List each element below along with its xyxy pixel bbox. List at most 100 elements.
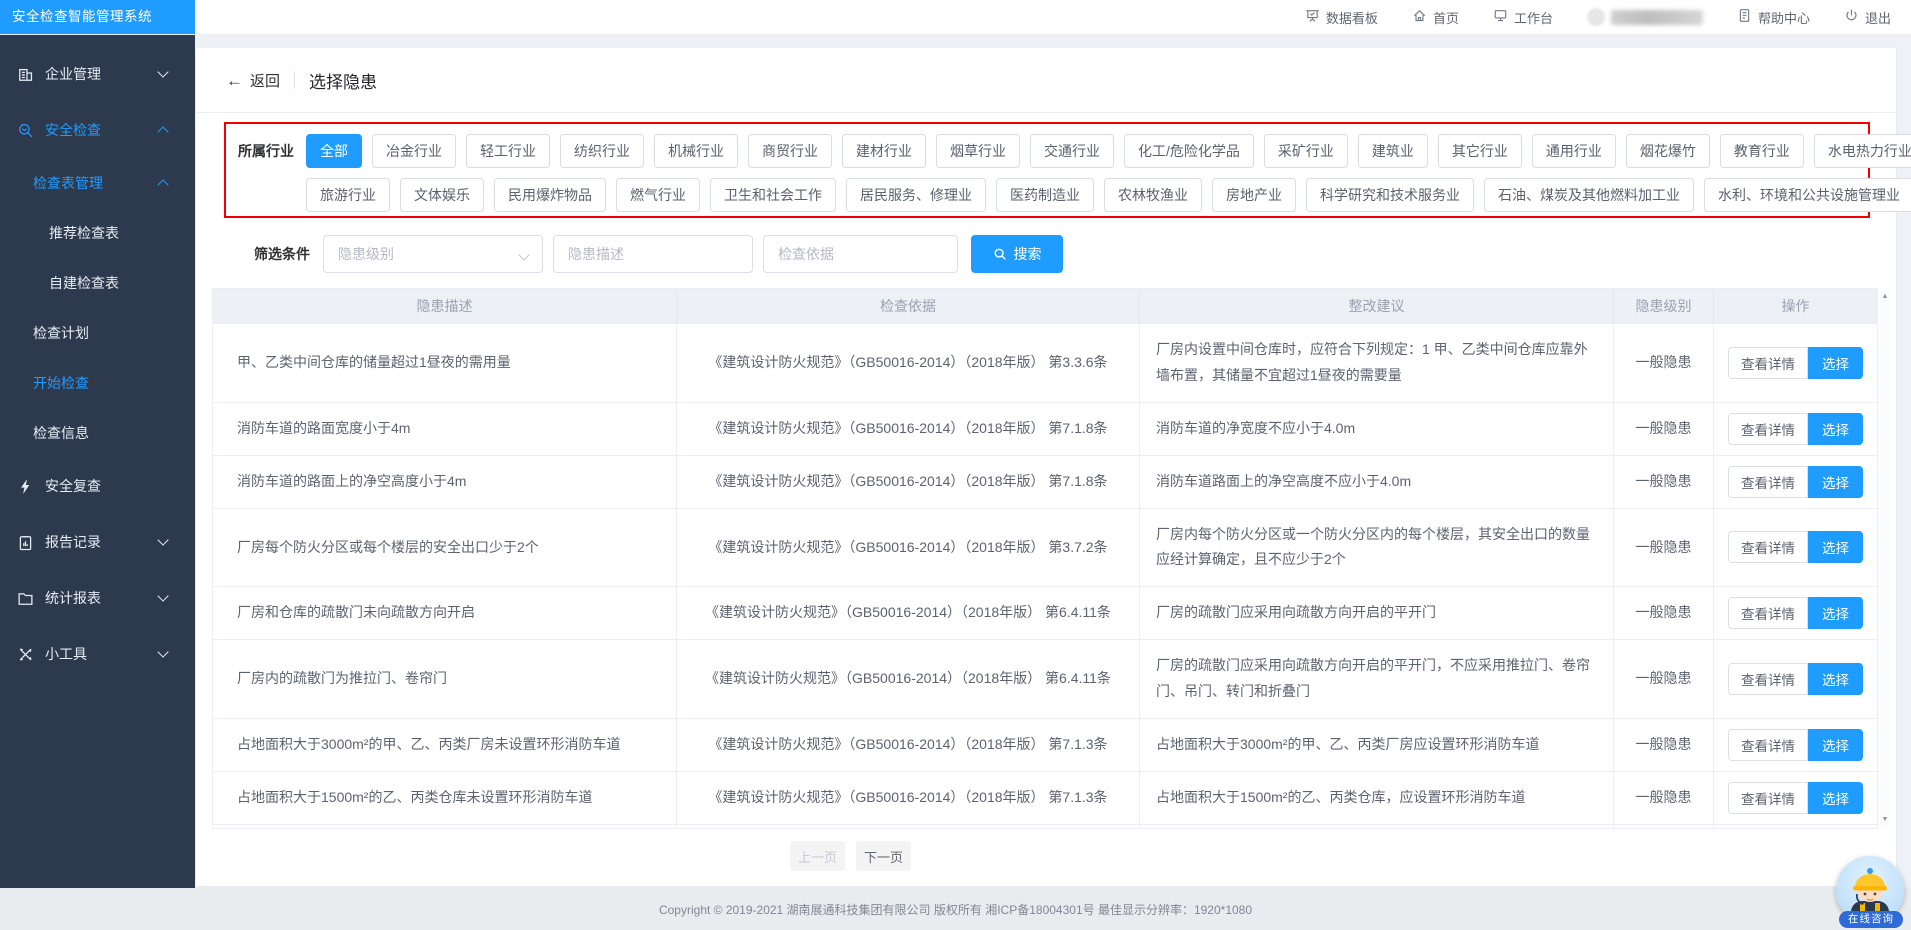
industry-filter-box: 所属行业 全部冶金行业轻工行业纺织行业机械行业商贸行业建材行业烟草行业交通行业化… xyxy=(224,122,1870,218)
user-account[interactable] xyxy=(1587,8,1703,26)
view-detail-button[interactable]: 查看详情 xyxy=(1728,531,1808,563)
industry-row-2: 旅游行业文体娱乐民用爆炸物品燃气行业卫生和社会工作居民服务、修理业医药制造业农林… xyxy=(306,178,1911,212)
cell-empty xyxy=(677,825,1140,829)
sidebar-item-检查信息[interactable]: 检查信息 xyxy=(0,408,195,458)
industry-button-旅游行业[interactable]: 旅游行业 xyxy=(306,178,390,212)
industry-button-烟草行业[interactable]: 烟草行业 xyxy=(936,134,1020,168)
cell-check-basis: 《建筑设计防火规范》（GB50016-2014）（2018年版） 第6.4.11… xyxy=(677,587,1140,639)
industry-button-水电热力行业[interactable]: 水电热力行业 xyxy=(1814,134,1911,168)
online-consult-widget[interactable]: 在线咨询 xyxy=(1836,856,1906,926)
title-divider xyxy=(294,71,295,89)
cell-check-basis: 《建筑设计防火规范》（GB50016-2014）（2018年版） 第7.1.8条 xyxy=(677,403,1140,455)
cell-rectify-suggest: 厂房内每个防火分区或一个防火分区内的每个楼层，其安全出口的数量应经计算确定，且不… xyxy=(1140,509,1614,587)
select-button[interactable]: 选择 xyxy=(1808,782,1863,814)
sidebar-item-label: 开始检查 xyxy=(33,373,89,393)
industry-button-纺织行业[interactable]: 纺织行业 xyxy=(560,134,644,168)
select-button[interactable]: 选择 xyxy=(1808,531,1863,563)
industry-button-石油、煤炭及其他燃料加工业[interactable]: 石油、煤炭及其他燃料加工业 xyxy=(1484,178,1694,212)
view-detail-button[interactable]: 查看详情 xyxy=(1728,347,1808,379)
sidebar-item-推荐检查表[interactable]: 推荐检查表 xyxy=(0,208,195,258)
home-icon xyxy=(1412,8,1427,26)
search-button[interactable]: 搜索 xyxy=(971,235,1063,273)
cell-rectify-suggest: 厂房的疏散门应采用向疏散方向开启的平开门，不应采用推拉门、卷帘门、吊门、转门和折… xyxy=(1140,640,1614,718)
industry-button-通用行业[interactable]: 通用行业 xyxy=(1532,134,1616,168)
sidebar-item-检查表管理[interactable]: 检查表管理 xyxy=(0,158,195,208)
industry-button-全部[interactable]: 全部 xyxy=(306,134,362,168)
select-button[interactable]: 选择 xyxy=(1808,347,1863,379)
back-button[interactable]: ← 返回 xyxy=(226,70,280,91)
sidebar-item-企业管理[interactable]: 企业管理 xyxy=(0,46,195,102)
view-detail-button[interactable]: 查看详情 xyxy=(1728,782,1808,814)
hazard-level-select[interactable]: 隐患级别 xyxy=(323,235,543,273)
select-button[interactable]: 选择 xyxy=(1808,466,1863,498)
topnav-help-center[interactable]: 帮助中心 xyxy=(1737,8,1810,27)
industry-button-房地产业[interactable]: 房地产业 xyxy=(1212,178,1296,212)
table-scrollbar[interactable]: ▲ ▼ xyxy=(1880,290,1890,827)
industry-button-民用爆炸物品[interactable]: 民用爆炸物品 xyxy=(494,178,606,212)
sidebar-item-安全复查[interactable]: 安全复查 xyxy=(0,458,195,514)
cell-rectify-suggest: 厂房内设置中间仓库时，应符合下列规定：1 甲、乙类中间仓库应靠外墙布置，其储量不… xyxy=(1140,324,1614,402)
sidebar-item-label: 自建检查表 xyxy=(49,273,119,293)
industry-button-燃气行业[interactable]: 燃气行业 xyxy=(616,178,700,212)
view-detail-button[interactable]: 查看详情 xyxy=(1728,597,1808,629)
topnav-board[interactable]: 数据看板 xyxy=(1305,8,1378,27)
view-detail-button[interactable]: 查看详情 xyxy=(1728,413,1808,445)
industry-button-居民服务、修理业[interactable]: 居民服务、修理业 xyxy=(846,178,986,212)
industry-button-科学研究和技术服务业[interactable]: 科学研究和技术服务业 xyxy=(1306,178,1474,212)
sidebar-item-label: 报告记录 xyxy=(45,532,101,552)
industry-button-建筑业[interactable]: 建筑业 xyxy=(1358,134,1428,168)
sidebar-item-报告记录[interactable]: 报告记录 xyxy=(0,514,195,570)
industry-button-卫生和社会工作[interactable]: 卫生和社会工作 xyxy=(710,178,836,212)
sidebar-item-自建检查表[interactable]: 自建检查表 xyxy=(0,258,195,308)
industry-button-水利、环境和公共设施管理业[interactable]: 水利、环境和公共设施管理业 xyxy=(1704,178,1911,212)
back-label: 返回 xyxy=(250,70,280,91)
industry-button-交通行业[interactable]: 交通行业 xyxy=(1030,134,1114,168)
cell-actions: 查看详情选择 xyxy=(1714,772,1877,824)
industry-button-医药制造业[interactable]: 医药制造业 xyxy=(996,178,1094,212)
cell-rectify-suggest: 厂房的疏散门应采用向疏散方向开启的平开门 xyxy=(1140,587,1614,639)
hazard-table: 隐患描述检查依据整改建议隐患级别操作 甲、乙类中间仓库的储量超过1昼夜的需用量《… xyxy=(212,288,1878,829)
next-page-button[interactable]: 下一页 xyxy=(856,841,911,871)
industry-button-化工/危险化学品[interactable]: 化工/危险化学品 xyxy=(1124,134,1254,168)
industry-button-教育行业[interactable]: 教育行业 xyxy=(1720,134,1804,168)
topnav-workbench[interactable]: 工作台 xyxy=(1493,8,1553,27)
sidebar-item-开始检查[interactable]: 开始检查 xyxy=(0,358,195,408)
table-row: 厂房内的疏散门为推拉门、卷帘门《建筑设计防火规范》（GB50016-2014）（… xyxy=(213,639,1877,718)
chevron-down-icon xyxy=(157,66,168,77)
industry-button-文体娱乐[interactable]: 文体娱乐 xyxy=(400,178,484,212)
prev-page-button[interactable]: 上一页 xyxy=(790,841,845,871)
scroll-up-icon[interactable]: ▲ xyxy=(1880,292,1890,302)
cell-actions: 查看详情选择 xyxy=(1714,640,1877,718)
industry-button-轻工行业[interactable]: 轻工行业 xyxy=(466,134,550,168)
topnav-home[interactable]: 首页 xyxy=(1412,8,1459,27)
view-detail-button[interactable]: 查看详情 xyxy=(1728,663,1808,695)
sidebar-item-小工具[interactable]: 小工具 xyxy=(0,626,195,682)
topnav-logout[interactable]: 退出 xyxy=(1844,8,1891,27)
table-row-clipped xyxy=(213,824,1877,829)
industry-button-农林牧渔业[interactable]: 农林牧渔业 xyxy=(1104,178,1202,212)
sidebar-item-统计报表[interactable]: 统计报表 xyxy=(0,570,195,626)
cell-check-basis: 《建筑设计防火规范》（GB50016-2014）（2018年版） 第3.7.2条 xyxy=(677,509,1140,587)
industry-button-采矿行业[interactable]: 采矿行业 xyxy=(1264,134,1348,168)
cell-hazard-level: 一般隐患 xyxy=(1614,509,1714,587)
industry-button-其它行业[interactable]: 其它行业 xyxy=(1438,134,1522,168)
view-detail-button[interactable]: 查看详情 xyxy=(1728,729,1808,761)
hazard-desc-input[interactable] xyxy=(553,235,753,273)
select-button[interactable]: 选择 xyxy=(1808,597,1863,629)
select-button[interactable]: 选择 xyxy=(1808,413,1863,445)
view-detail-button[interactable]: 查看详情 xyxy=(1728,466,1808,498)
check-basis-input[interactable] xyxy=(763,235,958,273)
sidebar-item-安全检查[interactable]: 安全检查 xyxy=(0,102,195,158)
sidebar-item-检查计划[interactable]: 检查计划 xyxy=(0,308,195,358)
industry-row-1: 全部冶金行业轻工行业纺织行业机械行业商贸行业建材行业烟草行业交通行业化工/危险化… xyxy=(306,134,1911,168)
sidebar-item-label: 统计报表 xyxy=(45,588,101,608)
industry-button-机械行业[interactable]: 机械行业 xyxy=(654,134,738,168)
select-button[interactable]: 选择 xyxy=(1808,663,1863,695)
select-button[interactable]: 选择 xyxy=(1808,729,1863,761)
scroll-down-icon[interactable]: ▼ xyxy=(1880,815,1890,825)
industry-button-冶金行业[interactable]: 冶金行业 xyxy=(372,134,456,168)
industry-button-商贸行业[interactable]: 商贸行业 xyxy=(748,134,832,168)
industry-label: 所属行业 xyxy=(238,134,294,168)
industry-button-建材行业[interactable]: 建材行业 xyxy=(842,134,926,168)
industry-button-烟花爆竹[interactable]: 烟花爆竹 xyxy=(1626,134,1710,168)
